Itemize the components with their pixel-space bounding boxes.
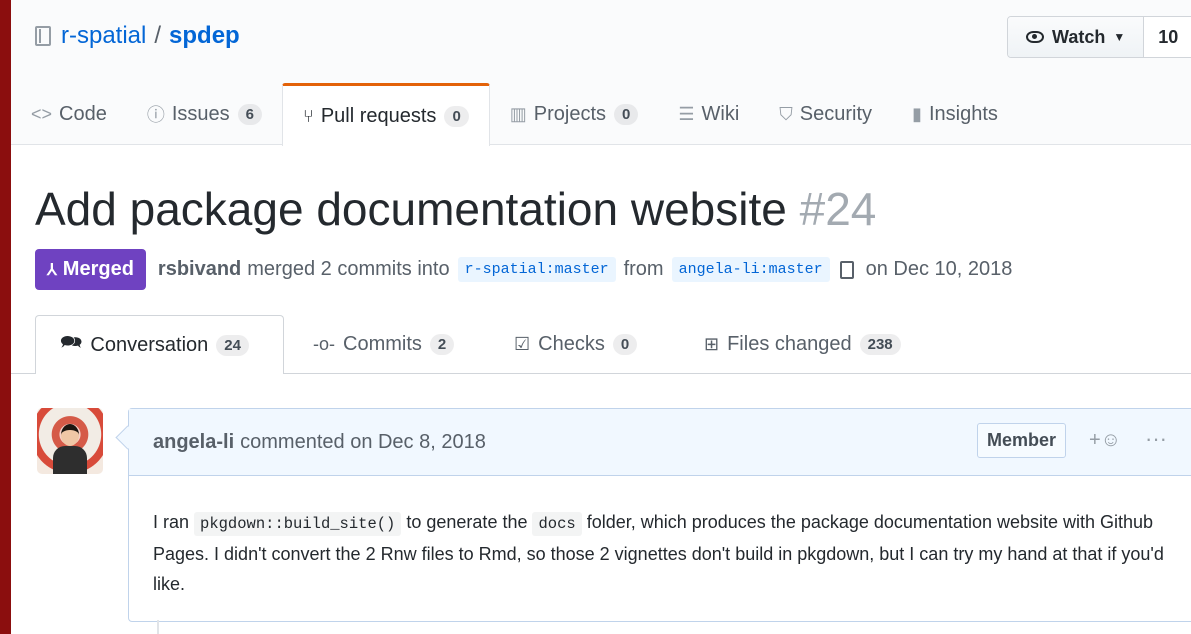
tab-checks-counter: 0 bbox=[612, 333, 638, 355]
nav-issues[interactable]: ⓘ Issues 6 bbox=[127, 83, 282, 145]
head-branch[interactable]: angela-li:master bbox=[671, 257, 830, 282]
comment-box: angela-li commented on Dec 8, 2018 Membe… bbox=[128, 408, 1191, 622]
shield-icon: ⛉ bbox=[779, 103, 793, 124]
comment-body: I ran pkgdown::build_site() to generate … bbox=[129, 476, 1173, 599]
repo-book-icon bbox=[35, 26, 51, 46]
repo-name-link[interactable]: spdep bbox=[169, 22, 240, 50]
clipboard-icon[interactable] bbox=[839, 260, 854, 279]
tab-conversation-label: Conversation bbox=[90, 333, 209, 356]
caret-down-icon: ▼ bbox=[1113, 30, 1126, 44]
eye-icon bbox=[1026, 31, 1044, 43]
nav-issues-label: Issues bbox=[171, 102, 230, 125]
pr-title: Add package documentation website #24 bbox=[35, 182, 876, 236]
nav-wiki-label: Wiki bbox=[701, 102, 740, 125]
nav-issues-counter: 6 bbox=[237, 103, 262, 125]
commit-icon: -o- bbox=[313, 333, 335, 354]
watch-count[interactable]: 10 bbox=[1144, 17, 1191, 57]
nav-code[interactable]: <> Code bbox=[11, 83, 127, 145]
comment-header: angela-li commented on Dec 8, 2018 Membe… bbox=[129, 409, 1191, 476]
graph-icon: ▮ bbox=[912, 103, 922, 124]
pr-tabs: 🗪 Conversation 24 -o- Commits 2 ☑ Checks… bbox=[11, 315, 1191, 374]
nav-pull-requests[interactable]: ⑂ Pull requests 0 bbox=[282, 83, 490, 146]
code-icon: <> bbox=[31, 103, 53, 124]
pr-meta: ⅄ Merged rsbivand merged 2 commits into … bbox=[35, 249, 1012, 290]
comment-discussion-icon: 🗪 bbox=[60, 332, 83, 352]
pr-action-text: merged 2 commits into bbox=[247, 258, 450, 280]
nav-pull-requests-counter: 0 bbox=[444, 105, 469, 127]
tab-commits-counter: 2 bbox=[429, 333, 455, 355]
nav-code-label: Code bbox=[59, 102, 107, 125]
pr-number: #24 bbox=[799, 183, 877, 235]
more-options-icon[interactable]: ··· bbox=[1145, 426, 1167, 452]
tab-conversation[interactable]: 🗪 Conversation 24 bbox=[35, 315, 284, 374]
repo-separator: / bbox=[154, 22, 162, 49]
nav-projects[interactable]: ▥ Projects 0 bbox=[490, 83, 659, 145]
watch-button[interactable]: Watch ▼ bbox=[1008, 17, 1145, 57]
nav-security-label: Security bbox=[799, 102, 873, 125]
repo-title: r-spatial / spdep bbox=[35, 22, 240, 50]
member-badge: Member bbox=[977, 423, 1067, 458]
merged-state-badge: ⅄ Merged bbox=[35, 249, 146, 290]
watch-control: Watch ▼ 10 bbox=[1007, 16, 1191, 58]
checklist-icon: ☑ bbox=[514, 333, 531, 354]
diff-icon: ⊞ bbox=[704, 333, 720, 354]
pull-request-icon: ⑂ bbox=[303, 105, 314, 126]
pr-title-text: Add package documentation website bbox=[35, 183, 787, 235]
pr-author-link[interactable]: rsbivand bbox=[158, 258, 241, 281]
nav-insights-label: Insights bbox=[928, 102, 998, 125]
book-icon: ☰ bbox=[678, 103, 695, 124]
pr-from-text: from bbox=[623, 258, 664, 280]
repo-nav: <> Code ⓘ Issues 6 ⑂ Pull requests 0 ▥ P… bbox=[11, 83, 1018, 146]
nav-projects-label: Projects bbox=[533, 102, 607, 125]
avatar-face bbox=[61, 424, 79, 446]
nav-wiki[interactable]: ☰ Wiki bbox=[658, 83, 759, 145]
tab-conversation-counter: 24 bbox=[216, 334, 249, 356]
nav-insights[interactable]: ▮ Insights bbox=[892, 83, 1018, 145]
tab-commits-label: Commits bbox=[343, 332, 422, 355]
merged-state-label: Merged bbox=[62, 258, 134, 280]
base-branch[interactable]: r-spatial:master bbox=[457, 257, 616, 282]
comment-author-link[interactable]: angela-li bbox=[153, 431, 234, 454]
comment-code-build-site: pkgdown::build_site() bbox=[194, 512, 402, 536]
issue-icon: ⓘ bbox=[146, 105, 165, 125]
comment-text-2: to generate the bbox=[401, 512, 533, 532]
repo-owner-link[interactable]: r-spatial bbox=[61, 22, 146, 50]
pr-merge-date: on Dec 10, 2018 bbox=[865, 258, 1013, 280]
merge-icon: ⅄ bbox=[47, 261, 57, 279]
comment-code-docs: docs bbox=[532, 512, 582, 536]
watch-label: Watch bbox=[1052, 26, 1106, 47]
tab-checks-label: Checks bbox=[538, 332, 605, 355]
project-icon: ▥ bbox=[509, 103, 527, 124]
github-page: r-spatial / spdep Watch ▼ 10 <> Code ⓘ I… bbox=[11, 0, 1191, 634]
comment-text-1: I ran bbox=[153, 512, 195, 532]
timeline-line bbox=[157, 620, 159, 634]
avatar-body bbox=[53, 446, 87, 474]
tab-files-changed-counter: 238 bbox=[859, 333, 901, 355]
tab-checks[interactable]: ☑ Checks 0 bbox=[514, 315, 638, 373]
repo-header: r-spatial / spdep Watch ▼ 10 <> Code ⓘ I… bbox=[11, 0, 1191, 146]
nav-projects-counter: 0 bbox=[614, 103, 639, 125]
nav-security[interactable]: ⛉ Security bbox=[759, 83, 892, 145]
comment-meta: commented on Dec 8, 2018 bbox=[240, 430, 486, 453]
nav-pull-requests-label: Pull requests bbox=[320, 104, 437, 127]
tab-files-changed[interactable]: ⊞ Files changed 238 bbox=[704, 315, 901, 373]
avatar[interactable] bbox=[37, 408, 103, 474]
tab-commits[interactable]: -o- Commits 2 bbox=[313, 315, 455, 373]
tab-files-changed-label: Files changed bbox=[727, 332, 852, 355]
add-reaction-icon[interactable]: +☺ bbox=[1089, 429, 1121, 452]
